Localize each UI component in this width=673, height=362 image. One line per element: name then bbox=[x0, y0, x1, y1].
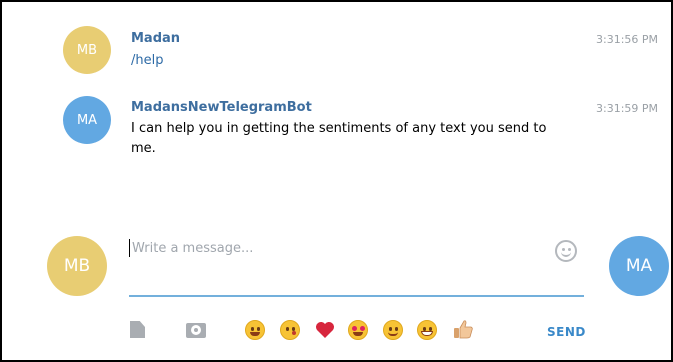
emoji-grin-icon[interactable] bbox=[417, 320, 437, 340]
message-item: Madan /help bbox=[131, 31, 180, 71]
avatar[interactable]: MA bbox=[63, 96, 111, 144]
peer-avatar[interactable]: MA bbox=[609, 236, 669, 296]
sender-name[interactable]: MadansNewTelegramBot bbox=[131, 100, 546, 115]
message-time: 3:31:56 PM bbox=[596, 33, 659, 46]
emoji-heart-eyes-icon[interactable] bbox=[348, 320, 368, 340]
sender-name[interactable]: Madan bbox=[131, 31, 180, 46]
message-time: 3:31:59 PM bbox=[596, 102, 659, 115]
send-button[interactable]: SEND bbox=[547, 325, 586, 339]
message-text-line: me. bbox=[131, 141, 156, 156]
avatar[interactable]: MB bbox=[63, 26, 111, 74]
text-cursor bbox=[129, 239, 130, 257]
message-input-placeholder: Write a message... bbox=[132, 241, 254, 256]
emoji-smile-icon[interactable] bbox=[383, 320, 403, 340]
message-item: MadansNewTelegramBot I can help you in g… bbox=[131, 100, 546, 159]
message-text[interactable]: /help bbox=[131, 51, 180, 71]
emoji-heart-icon[interactable] bbox=[315, 321, 335, 339]
emoji-thumbs-up-icon[interactable] bbox=[452, 318, 474, 340]
message-text: I can help you in getting the sentiments… bbox=[131, 119, 546, 159]
emoji-joy-icon[interactable] bbox=[245, 320, 265, 340]
emoji-picker-icon[interactable] bbox=[555, 240, 577, 262]
self-avatar[interactable]: MB bbox=[47, 236, 107, 296]
camera-icon[interactable] bbox=[186, 323, 206, 338]
message-text-line: I can help you in getting the sentiments… bbox=[131, 121, 547, 136]
message-input[interactable]: Write a message... bbox=[129, 237, 584, 297]
emoji-kiss-icon[interactable] bbox=[280, 320, 300, 340]
